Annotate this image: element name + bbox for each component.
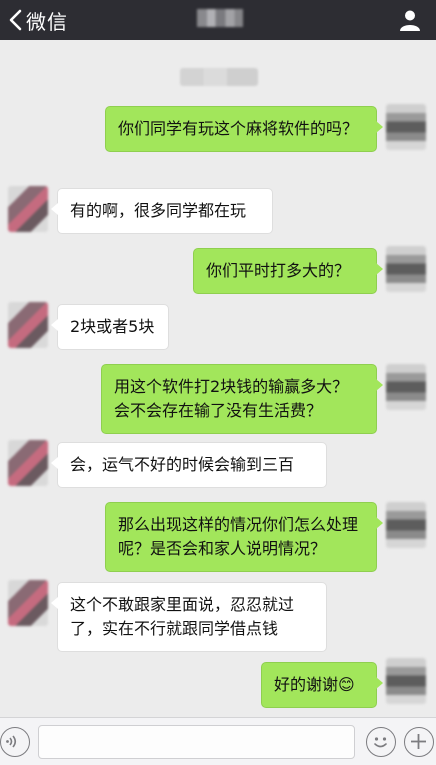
message-bubble: 这个不敢跟家里面说，忍忍就过了，实在不行就跟同学借点钱	[51, 582, 327, 652]
avatar[interactable]	[8, 302, 48, 348]
top-bar: 微信	[0, 0, 436, 40]
plus-icon	[405, 728, 433, 755]
person-icon	[398, 8, 422, 32]
emoji-icon	[367, 728, 395, 755]
message-bubble: 用这个软件打2块钱的输赢多大？会不会存在输了没有生活费？	[101, 364, 383, 434]
message-bubble: 会，运气不好的时候会输到三百	[51, 442, 327, 488]
message-bubble: 你们平时打多大的？	[193, 248, 383, 294]
avatar[interactable]	[386, 502, 426, 548]
back-button[interactable]: 微信	[6, 7, 68, 34]
avatar[interactable]	[8, 440, 48, 486]
chevron-left-icon	[6, 7, 26, 33]
plus-button[interactable]	[404, 727, 434, 757]
message-bubble: 那么出现这样的情况你们怎么处理呢？是否会和家人说明情况？	[105, 502, 383, 572]
chat-title-blurred	[197, 9, 243, 27]
message-input[interactable]	[38, 725, 355, 759]
message-bubble: 有的啊，很多同学都在玩	[51, 188, 273, 234]
avatar[interactable]	[386, 104, 426, 150]
back-label: 微信	[26, 9, 68, 34]
message-bubble: 好的谢谢😊	[261, 662, 383, 708]
emoji-button[interactable]	[366, 727, 396, 757]
voice-icon	[1, 728, 29, 755]
avatar[interactable]	[386, 658, 426, 704]
avatar[interactable]	[386, 246, 426, 292]
voice-button[interactable]	[0, 727, 30, 757]
message-bubble: 2块或者5块	[51, 304, 169, 350]
message-bubble: 你们同学有玩这个麻将软件的吗？	[105, 106, 383, 152]
avatar[interactable]	[8, 580, 48, 626]
input-bar	[0, 717, 436, 765]
avatar[interactable]	[386, 364, 426, 410]
avatar[interactable]	[8, 186, 48, 232]
timestamp-blurred	[180, 68, 258, 86]
profile-button[interactable]	[398, 8, 422, 32]
